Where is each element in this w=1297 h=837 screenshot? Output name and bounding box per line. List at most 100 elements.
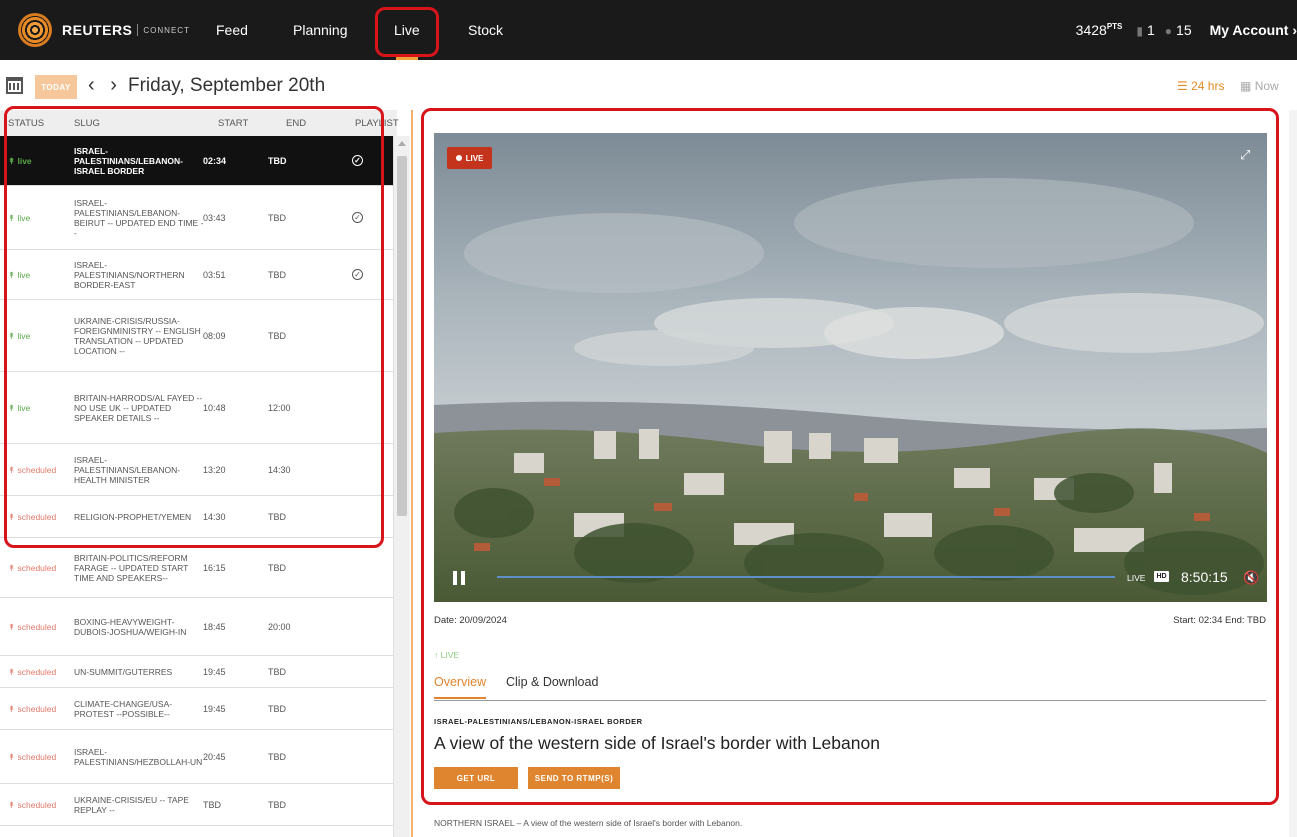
row-status: ↟ live [8,270,31,280]
table-row[interactable]: ↟ live ISRAEL-PALESTINIANS/LEBANON-BEIRUT… [0,186,393,250]
fullscreen-icon[interactable]: ⤢ [1240,148,1254,162]
row-end-time: 12:00 [268,403,291,413]
row-start-time: 02:34 [203,156,227,166]
calendar-icon[interactable] [6,77,23,94]
table-row[interactable]: ↟ scheduled BOXING-HEAVYWEIGHT-DUBOIS-JOS… [0,598,393,656]
nav-feed[interactable]: Feed [216,0,248,60]
col-status[interactable]: STATUS [8,118,44,129]
playlist-check-icon[interactable]: ✓ [352,269,363,280]
reuters-connect-logo[interactable]: REUTERS CONNECT [18,13,208,47]
table-row[interactable]: ↟ live ISRAEL-PALESTINIANS/NORTHERN BORDE… [0,250,393,300]
row-end-time: 20:00 [268,622,291,632]
row-status: ↟ live [8,213,31,223]
row-start-time: 16:15 [203,563,226,573]
row-status: ↟ scheduled [8,667,57,677]
panel-divider [411,110,413,837]
view-24hrs-toggle[interactable]: ☰ 24 hrs [1177,79,1224,93]
event-start-end: Start: 02:34 End: TBD [1173,615,1266,626]
pause-icon[interactable] [453,571,465,585]
row-slug: CLIMATE-CHANGE/USA-PROTEST --POSSIBLE-- [74,699,173,719]
row-end-time: TBD [268,704,286,714]
send-to-rtmp-button[interactable]: SEND TO RTMP(S) [528,767,620,789]
row-start-time: 18:45 [203,622,226,632]
previous-day-icon[interactable]: ‹ [88,74,95,96]
row-status: ↟ scheduled [8,752,57,762]
scroll-thumb[interactable] [397,156,407,516]
nav-live[interactable]: Live [394,0,420,60]
row-start-time: 19:45 [203,704,226,714]
view-now-toggle[interactable]: ▦ Now [1240,79,1279,93]
row-status: ↟ scheduled [8,512,57,522]
scroll-up-icon[interactable] [398,141,406,146]
table-row[interactable]: ↟ scheduled CLIMATE-CHANGE/USA-PROTEST --… [0,688,393,730]
brand-name: REUTERS [62,22,133,38]
row-status: ↟ live [8,156,32,166]
seek-live-button[interactable]: LIVE [1127,573,1145,583]
next-day-icon[interactable]: › [110,74,117,96]
row-status: ↟ scheduled [8,563,57,573]
nav-planning[interactable]: Planning [293,0,348,60]
col-start[interactable]: START [218,118,248,129]
row-slug: BOXING-HEAVYWEIGHT-DUBOIS-JOSHUA/WEIGH-I… [74,617,187,637]
video-player[interactable] [434,133,1267,602]
list-icon: ☰ [1177,79,1188,93]
table-row[interactable]: ↟ live UKRAINE-CRISIS/RUSSIA-FOREIGNMINIS… [0,300,393,372]
col-end[interactable]: END [286,118,306,129]
table-row[interactable]: ↟ live ISRAEL-PALESTINIANS/LEBANON-ISRAEL… [0,136,393,186]
row-status: ↟ scheduled [8,465,57,475]
nav-stock[interactable]: Stock [468,0,503,60]
table-row[interactable]: ↟ scheduled RELIGION-PROPHET/YEMEN 14:30 TB… [0,496,393,538]
points-balance[interactable]: 3428PTS [1076,22,1123,38]
page-scrollbar[interactable] [1289,110,1297,837]
schedule-table-header: STATUS SLUG START END PLAYLIST [0,110,399,136]
table-row[interactable]: ↟ scheduled ISRAEL-PALESTINIANS/HEZBOLLAH… [0,730,393,784]
row-slug: ISRAEL-PALESTINIANS/LEBANON-HEALTH MINIS… [74,455,181,485]
schedule-list: ↟ live ISRAEL-PALESTINIANS/LEBANON-ISRAEL… [0,136,393,837]
row-slug: BRITAIN-POLITICS/REFORM FARAGE -- UPDATE… [74,553,189,583]
row-end-time: TBD [268,331,286,341]
today-button[interactable]: TODAY [35,75,77,99]
row-start-time: 03:51 [203,270,226,280]
row-end-time: TBD [268,156,287,166]
row-start-time: 08:09 [203,331,226,341]
mute-icon[interactable]: 🔇 [1243,570,1259,586]
bookmarks-counter[interactable]: ▮ 1 [1136,22,1154,38]
col-playlist[interactable]: PLAYLIST [355,118,399,129]
table-row[interactable]: ↟ live BRITAIN-HARRODS/AL FAYED -- NO USE… [0,372,393,444]
playback-time: 8:50:15 [1181,569,1228,585]
table-row[interactable]: ↟ scheduled UKRAINE-CRISIS/EU -- TAPE REP… [0,784,393,826]
event-status: ↑ LIVE [434,650,460,660]
table-row[interactable]: ⊘ cancelledAPPLE-CHINA/02:4505:00 [0,826,393,837]
playback-progress[interactable] [497,576,1115,578]
tab-overview[interactable]: Overview [434,675,487,699]
row-end-time: 14:30 [268,465,291,475]
row-start-time: TBD [203,800,221,810]
event-description: NORTHERN ISRAEL – A view of the western … [434,818,743,828]
date-navigation: ‹ › [88,74,117,97]
row-status: ↟ live [8,403,31,413]
row-start-time: 03:43 [203,213,226,223]
event-headline: A view of the western side of Israel's b… [434,733,880,753]
grid-icon: ▦ [1240,79,1252,93]
tab-clip-download[interactable]: Clip & Download [506,675,598,689]
row-end-time: TBD [268,512,286,522]
notifications-counter[interactable]: ● 15 [1165,22,1192,38]
table-row[interactable]: ↟ scheduled ISRAEL-PALESTINIANS/LEBANON-H… [0,444,393,496]
account-area: 3428PTS ▮ 1 ● 15 My Account › [1076,0,1297,60]
col-slug[interactable]: SLUG [74,118,100,129]
row-status: ↟ scheduled [8,622,57,632]
list-scrollbar[interactable] [393,136,410,837]
reuters-globe-icon [18,13,52,47]
hd-quality-icon[interactable]: HD [1154,571,1169,582]
brand-sub: CONNECT [143,25,190,35]
table-row[interactable]: ↟ scheduled BRITAIN-POLITICS/REFORM FARAG… [0,538,393,598]
playlist-check-icon[interactable]: ✓ [352,155,363,166]
get-url-button[interactable]: GET URL [434,767,518,789]
event-slug: ISRAEL-PALESTINIANS/LEBANON-ISRAEL BORDE… [434,717,643,726]
playlist-check-icon[interactable]: ✓ [352,212,363,223]
row-slug: ISRAEL-PALESTINIANS/HEZBOLLAH-UN [74,747,203,767]
my-account-menu[interactable]: My Account › [1210,22,1297,38]
live-video-frame [434,133,1267,602]
detail-tabs: Overview Clip & Download [434,673,1266,701]
table-row[interactable]: ↟ scheduled UN-SUMMIT/GUTERRES 19:45 TBD [0,656,393,688]
